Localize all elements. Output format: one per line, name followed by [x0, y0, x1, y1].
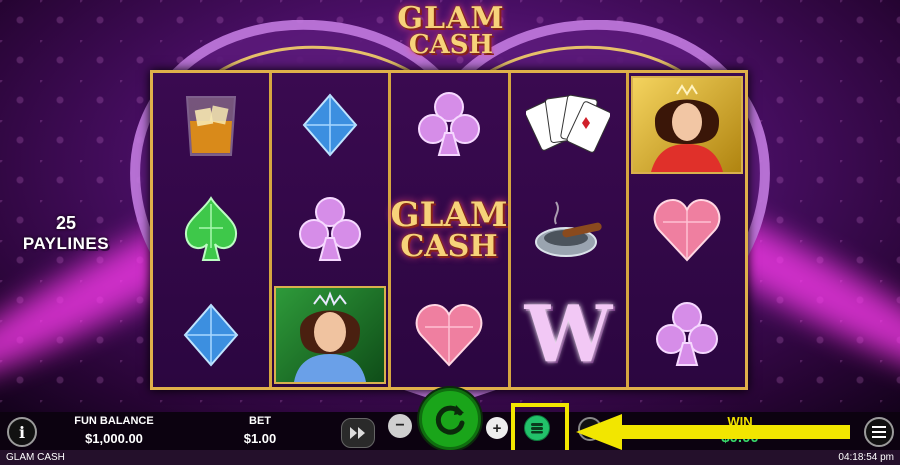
spin-refresh-icon [435, 405, 465, 435]
game-stage: GLAM CASH 25 PAYLINES GLAM CASH W [0, 0, 900, 412]
reel-cell [153, 282, 269, 387]
fast-forward-icon [350, 427, 365, 439]
wild-symbol: W [524, 289, 613, 381]
status-bar: GLAM CASH 04:18:54 pm [0, 450, 900, 465]
reel-cell [629, 178, 745, 283]
paylines-count: 25 [55, 213, 77, 233]
reel-4: W [511, 73, 630, 387]
clock: 04:18:54 pm [838, 452, 894, 463]
logo-symbol-line-2: CASH [400, 229, 498, 264]
game-logo: GLAM CASH [386, 4, 516, 68]
club-gem-icon [298, 197, 361, 261]
reel-5 [629, 73, 745, 387]
club-gem-icon [418, 92, 481, 157]
reel-cell [391, 73, 508, 178]
reel-cell [629, 73, 745, 178]
game-title: GLAM CASH [6, 452, 65, 463]
glam-cash-logo-symbol: GLAM CASH [391, 198, 508, 262]
reel-cell [629, 282, 745, 387]
lady-figure-icon [293, 290, 366, 382]
hamburger-menu-icon [872, 426, 886, 438]
reel-3: GLAM CASH [391, 73, 511, 387]
reel-cell [153, 73, 269, 178]
diamond-gem-icon [183, 303, 239, 367]
club-gem-icon [656, 301, 719, 366]
spin-button[interactable] [419, 388, 481, 450]
info-button[interactable]: i [7, 417, 37, 447]
whiskey-glass-icon [185, 96, 236, 157]
pointer-arrow-icon [576, 414, 850, 450]
playing-cards-icon [526, 95, 611, 154]
spade-gem-icon [184, 196, 237, 261]
paylines-label: 25 PAYLINES [10, 213, 122, 254]
reel-cell [272, 178, 388, 283]
bet-label: BET [249, 415, 271, 427]
reel-cell [511, 178, 627, 283]
reel-cell [272, 282, 388, 387]
fun-balance-label: FUN BALANCE [74, 415, 154, 427]
green-lady-portrait [273, 285, 386, 384]
reel-1 [153, 73, 272, 387]
paylines-text: PAYLINES [22, 234, 110, 253]
bet-decrease-button[interactable]: − [388, 414, 412, 438]
lady-figure-icon [651, 84, 724, 173]
fun-balance-value: $1,000.00 [85, 431, 143, 446]
reel-cell [153, 178, 269, 283]
reel-cell [272, 73, 388, 178]
reel-2 [272, 73, 391, 387]
reel-cell: GLAM CASH [391, 178, 508, 283]
reel-cell [391, 282, 508, 387]
logo-symbol-line-1: GLAM [390, 195, 508, 235]
bet-value: $1.00 [243, 431, 277, 446]
gold-lady-portrait [631, 76, 744, 175]
diamond-gem-icon [302, 93, 357, 157]
bet-increase-button[interactable]: + [486, 417, 508, 439]
quick-spin-button[interactable] [341, 418, 375, 448]
heart-gem-icon [415, 303, 483, 367]
reel-cell [511, 73, 627, 178]
reel-grid: GLAM CASH W [150, 70, 748, 390]
reel-cell: W [511, 282, 627, 387]
heart-gem-icon [653, 198, 721, 262]
cigar-ashtray-icon [535, 201, 603, 257]
autoplay-highlight [511, 403, 569, 455]
menu-button[interactable] [864, 417, 894, 447]
